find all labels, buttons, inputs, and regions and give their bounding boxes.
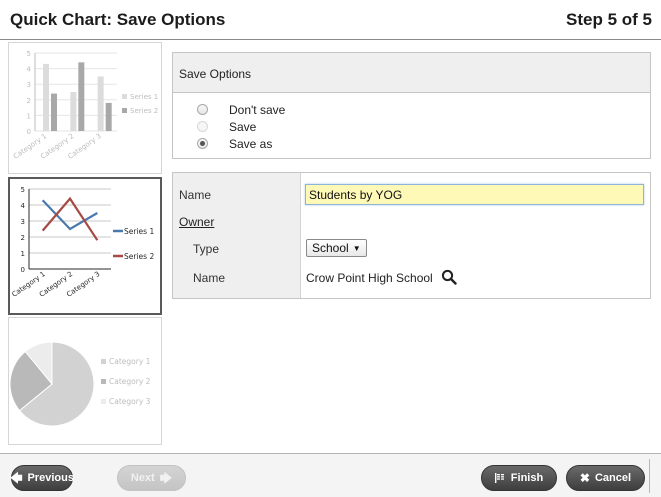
y-tick-label: 5: [27, 50, 31, 58]
name-label: Name: [179, 188, 212, 202]
radio-save[interactable]: [197, 121, 208, 132]
radio-dont-save[interactable]: [197, 104, 208, 115]
y-tick-label: 0: [21, 266, 25, 274]
save-options-box: Save Options Don't save Save Save as: [172, 52, 651, 159]
legend-label: Series 2: [124, 252, 154, 261]
step-indicator: Step 5 of 5: [566, 10, 652, 29]
dropdown-arrow-icon: ▼: [352, 243, 361, 253]
legend-swatch: [101, 379, 106, 384]
previous-button[interactable]: 🡄 Previous: [10, 465, 74, 491]
save-options-panel: Save Options Don't save Save Save as: [172, 52, 651, 159]
owner-type-value: School: [312, 241, 349, 255]
save-options-heading: Save Options: [173, 53, 650, 93]
flag-icon: [494, 473, 504, 483]
option-save-as-label: Save as: [229, 136, 273, 151]
footer-divider: [649, 459, 650, 493]
bar: [70, 92, 77, 131]
option-dont-save[interactable]: Don't save: [197, 101, 650, 118]
legend-label: Category 2: [109, 377, 151, 386]
y-tick-label: 3: [21, 218, 25, 226]
option-dont-save-label: Don't save: [229, 102, 286, 117]
chart-thumbnail-pie[interactable]: Category 1 Category 2 Category 3: [8, 317, 162, 445]
option-save[interactable]: Save: [197, 118, 650, 135]
y-tick-label: 5: [21, 186, 25, 194]
save-details-form: Name Owner Type Name School ▼ Crow Point…: [172, 172, 651, 299]
legend-label: Category 1: [109, 357, 151, 366]
name-input[interactable]: [305, 184, 644, 205]
y-tick-label: 2: [21, 234, 25, 242]
close-icon: ✖: [579, 471, 590, 485]
legend-label: Series 1: [130, 93, 158, 101]
owner-link[interactable]: Owner: [179, 215, 214, 229]
magnifier-icon[interactable]: [441, 269, 457, 285]
legend-label: Series 2: [130, 107, 158, 115]
bar-chart-preview: 543210Category 1Category 2Category 3Seri…: [12, 50, 158, 161]
y-tick-label: 0: [27, 128, 31, 136]
bar: [97, 76, 104, 131]
previous-button-label: Previous: [27, 472, 74, 484]
legend-swatch: [101, 359, 106, 364]
legend-label: Category 3: [109, 397, 151, 406]
chart-thumbnail-line[interactable]: 5 4 3 2 1 0 Category 1 Category 2 Category 3 Seri…: [8, 177, 162, 315]
y-tick-label: 4: [27, 66, 32, 74]
arrow-right-icon: 🡆: [159, 471, 173, 485]
bar: [78, 62, 85, 131]
page-title: Quick Chart: Save Options: [10, 10, 226, 29]
type-label: Type: [193, 242, 220, 256]
wizard-footer: 🡄 Previous Next 🡆 Finish ✖ Cancel: [0, 453, 661, 497]
next-button-label: Next: [130, 472, 155, 484]
cancel-button[interactable]: ✖ Cancel: [566, 465, 645, 491]
wizard-header: Quick Chart: Save Options Step 5 of 5: [0, 0, 661, 40]
y-tick-label: 4: [21, 202, 26, 210]
option-save-as[interactable]: Save as: [197, 135, 650, 152]
finish-button-label: Finish: [510, 472, 544, 484]
chart-type-list: 5 4 3 2 1 0 Category 1 Category 2 Category 3 Seri…: [8, 42, 162, 445]
arrow-left-icon: 🡄: [10, 471, 23, 485]
legend-swatch: [101, 399, 106, 404]
legend-swatch: [122, 108, 127, 113]
legend-swatch: [122, 94, 127, 99]
y-tick-label: 2: [27, 97, 31, 105]
option-save-label: Save: [229, 119, 257, 134]
owner-type-select[interactable]: School ▼: [306, 239, 367, 257]
bar: [43, 63, 49, 131]
finish-button[interactable]: Finish: [481, 465, 557, 491]
cancel-button-label: Cancel: [594, 472, 632, 484]
owner-name-label: Name: [193, 271, 226, 285]
y-tick-label: 1: [27, 112, 31, 120]
line-chart-preview: 543210Category 1Category 2Category 3Seri…: [11, 186, 155, 299]
pie-chart-preview: Category 1 Category 2 Category 3: [9, 341, 151, 427]
bar: [51, 93, 57, 131]
y-tick-label: 3: [27, 81, 31, 89]
next-button[interactable]: Next 🡆: [117, 465, 186, 491]
radio-save-as[interactable]: [197, 138, 208, 149]
legend-label: Series 1: [124, 227, 154, 236]
y-tick-label: 1: [21, 250, 25, 258]
save-options-radio-group: Don't save Save Save as: [173, 93, 650, 158]
bar: [105, 102, 112, 131]
chart-thumbnail-bar[interactable]: 5 4 3 2 1 0 Category 1 Category 2 Category 3 Seri…: [8, 42, 162, 174]
owner-name-value: Crow Point High School: [306, 271, 433, 285]
